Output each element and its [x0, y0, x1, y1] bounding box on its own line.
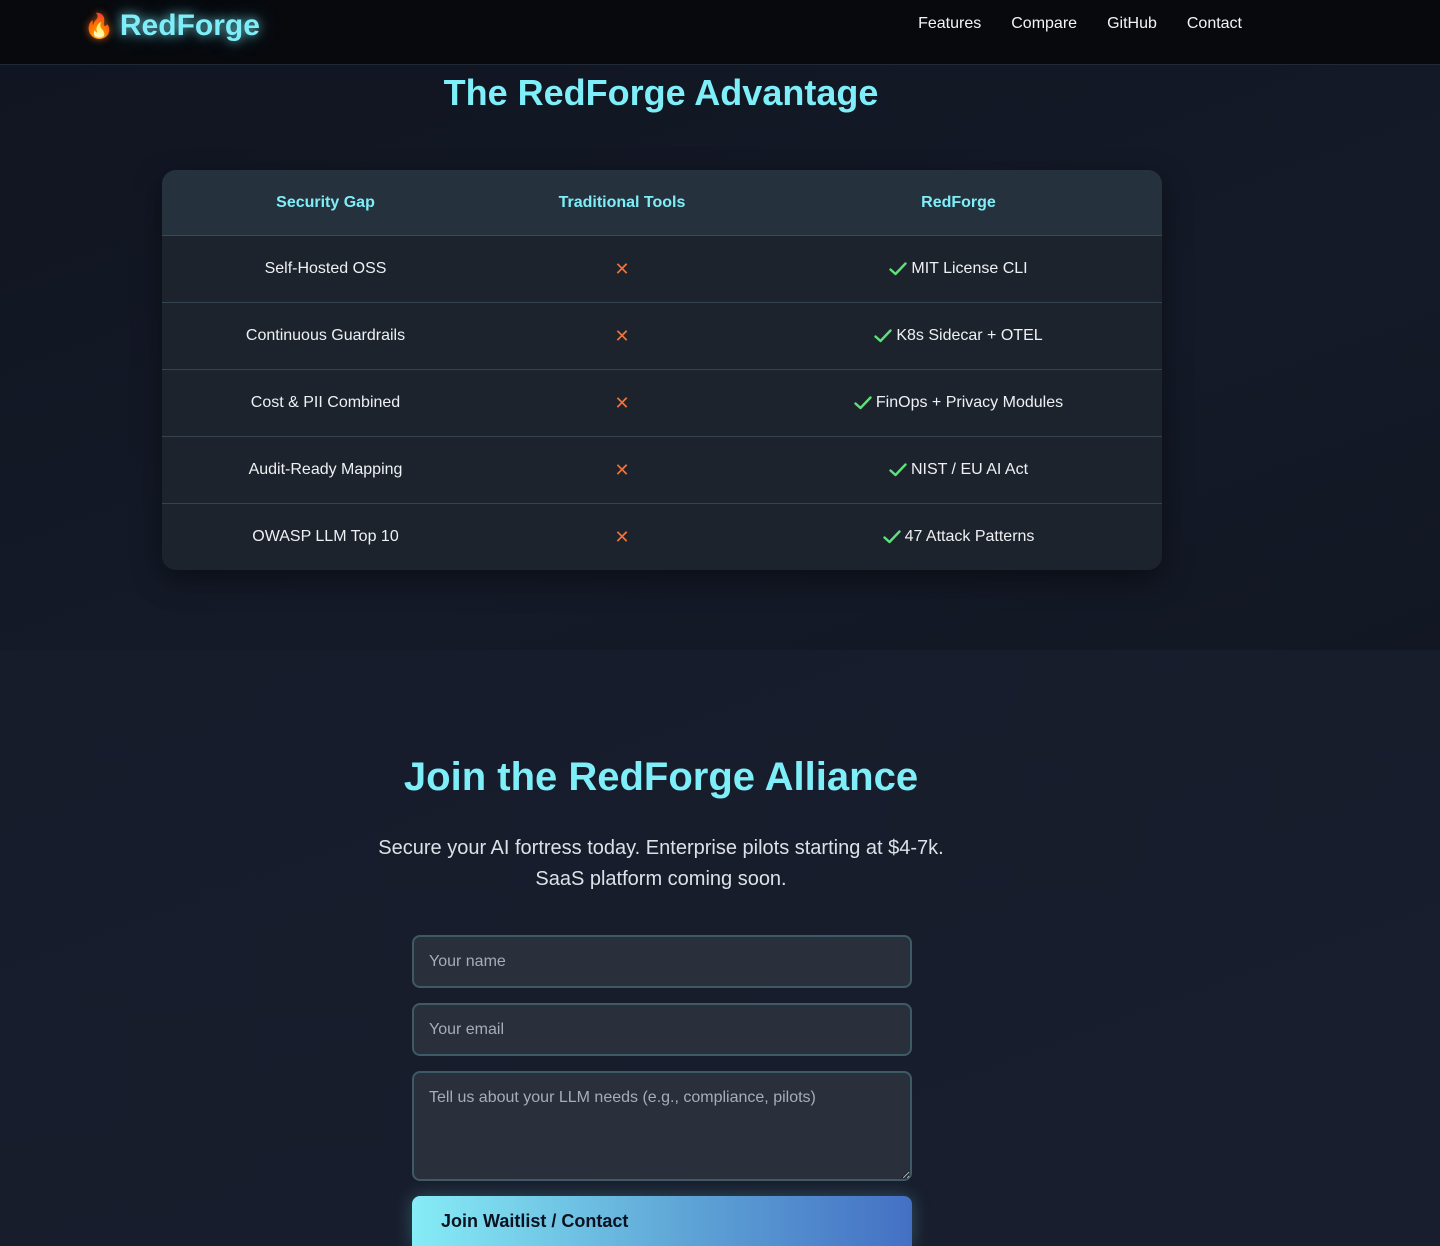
redforge-feature: FinOps + Privacy Modules: [875, 394, 1064, 411]
nav-link-compare[interactable]: Compare: [1011, 15, 1077, 33]
comparison-table: Security Gap Traditional Tools RedForge …: [162, 170, 1162, 570]
traditional-cell: ✕: [489, 504, 755, 570]
redforge-cell: MIT License CLI: [755, 236, 1162, 302]
cross-icon: ✕: [614, 459, 630, 480]
traditional-cell: ✕: [489, 437, 755, 503]
gap-cell: Cost & PII Combined: [250, 394, 401, 411]
check-icon: [854, 396, 872, 410]
needs-textarea[interactable]: [412, 1071, 912, 1181]
gap-cell: Continuous Guardrails: [245, 327, 406, 344]
name-input[interactable]: [412, 935, 912, 988]
gap-cell: Self-Hosted OSS: [264, 260, 387, 277]
table-row: OWASP LLM Top 10 ✕ 47 Attack Patterns: [162, 504, 1162, 570]
traditional-cell: ✕: [489, 236, 755, 302]
alliance-title: Join the RedForge Alliance: [403, 755, 919, 799]
redforge-cell: FinOps + Privacy Modules: [755, 370, 1162, 436]
cross-icon: ✕: [614, 526, 630, 547]
email-input[interactable]: [412, 1003, 912, 1056]
gap-cell: Audit-Ready Mapping: [248, 461, 403, 478]
gap-cell: OWASP LLM Top 10: [252, 528, 399, 545]
compare-title: The RedForge Advantage: [443, 72, 879, 113]
redforge-feature: K8s Sidecar + OTEL: [896, 327, 1043, 344]
cross-icon: ✕: [614, 325, 630, 346]
redforge-cell: K8s Sidecar + OTEL: [755, 303, 1162, 369]
check-icon: [889, 463, 907, 477]
table-row: Cost & PII Combined ✕ FinOps + Privacy M…: [162, 370, 1162, 437]
nav-links: Features Compare GitHub Contact: [918, 15, 1242, 33]
alliance-section: Join the RedForge Alliance Secure your A…: [0, 650, 1440, 1246]
traditional-cell: ✕: [489, 370, 755, 436]
header-security-gap: Security Gap: [276, 193, 375, 211]
alliance-subtitle: Secure your AI fortress today. Enterpris…: [378, 837, 944, 890]
table-row: Audit-Ready Mapping ✕ NIST / EU AI Act: [162, 437, 1162, 504]
redforge-cell: 47 Attack Patterns: [755, 504, 1162, 570]
nav-link-github[interactable]: GitHub: [1107, 15, 1157, 33]
nav-link-features[interactable]: Features: [918, 15, 981, 33]
table-row: Continuous Guardrails ✕ K8s Sidecar + OT…: [162, 303, 1162, 370]
top-navbar: 🔥 RedForge Features Compare GitHub Conta…: [0, 0, 1440, 65]
table-header-row: Security Gap Traditional Tools RedForge: [162, 170, 1162, 236]
check-icon: [882, 530, 901, 544]
cross-icon: ✕: [614, 392, 630, 413]
nav-link-contact[interactable]: Contact: [1187, 15, 1242, 33]
cross-icon: ✕: [614, 258, 630, 279]
table-row: Self-Hosted OSS ✕ MIT License CLI: [162, 236, 1162, 303]
header-redforge: RedForge: [921, 193, 996, 211]
redforge-cell: NIST / EU AI Act: [755, 437, 1162, 503]
redforge-feature: 47 Attack Patterns: [904, 528, 1035, 545]
check-icon: [889, 262, 908, 276]
check-icon: [874, 329, 893, 343]
join-waitlist-button[interactable]: Join Waitlist / Contact: [412, 1196, 912, 1246]
brand-logo[interactable]: 🔥 RedForge: [84, 8, 260, 44]
brand-name: RedForge: [119, 9, 260, 42]
header-traditional-tools: Traditional Tools: [558, 193, 686, 211]
compare-section: The RedForge Advantage Security Gap Trad…: [0, 65, 1440, 650]
redforge-feature: NIST / EU AI Act: [910, 461, 1029, 478]
redforge-feature: MIT License CLI: [911, 260, 1028, 277]
traditional-cell: ✕: [489, 303, 755, 369]
flame-icon: 🔥: [84, 12, 114, 40]
